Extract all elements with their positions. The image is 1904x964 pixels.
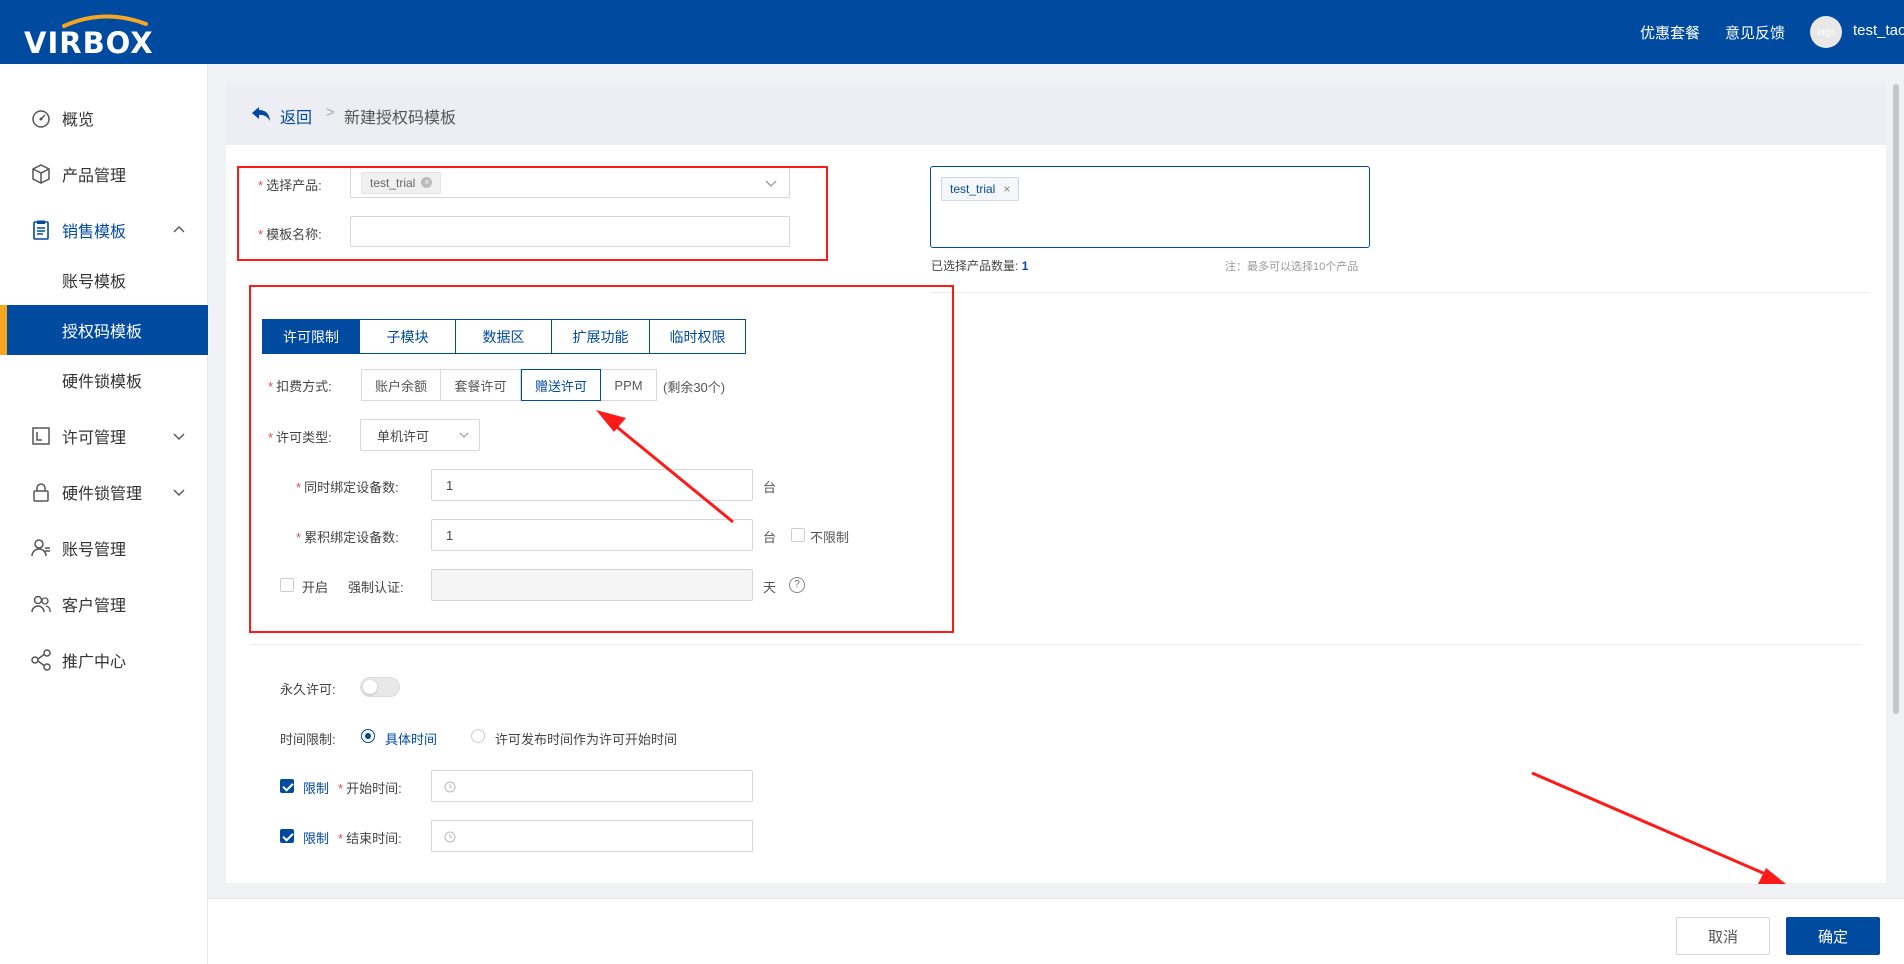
chevron-up-icon: [173, 226, 185, 233]
divider: [930, 292, 1868, 293]
end-time-label: * 结束时间:: [338, 831, 402, 846]
sidebar: 概览 产品管理 销售模板 账号模板 授权码模板 硬件锁模板 许可管理 硬件锁管理…: [0, 64, 208, 964]
limit-start-checkbox[interactable]: [280, 779, 294, 793]
page-scrollbar[interactable]: [1893, 84, 1899, 714]
annotation-box-license: [249, 285, 954, 633]
sidebar-item-label: 账号管理: [62, 542, 127, 559]
specific-time-label: 具体时间: [385, 732, 438, 747]
selected-product-tag: test_trial ×: [941, 177, 1020, 201]
sidebar-item-products[interactable]: 产品管理: [0, 149, 208, 199]
cancel-button[interactable]: 取消: [1676, 917, 1770, 955]
virbox-logo[interactable]: VIRBOX: [24, 10, 180, 60]
sidebar-item-account-management[interactable]: 账号管理: [0, 523, 208, 573]
confirm-button[interactable]: 确定: [1786, 917, 1880, 955]
start-time-label: * 开始时间:: [338, 781, 402, 796]
start-time-input[interactable]: [431, 770, 753, 802]
publish-time-radio[interactable]: [471, 729, 485, 743]
product-limit-note: 注：最多可以选择10个产品: [1225, 261, 1359, 273]
lock-icon: [33, 483, 49, 502]
specific-time-radio[interactable]: [361, 729, 375, 743]
sidebar-item-label: 硬件锁管理: [62, 486, 143, 503]
time-limit-label: 时间限制:: [280, 732, 336, 747]
limit-end-label: 限制: [303, 831, 330, 846]
cube-icon: [32, 164, 50, 184]
permanent-license-toggle[interactable]: [360, 677, 400, 697]
permanent-license-label: 永久许可:: [280, 682, 336, 697]
license-icon: [32, 427, 50, 445]
breadcrumb: 返回 > 新建授权码模板: [226, 83, 1886, 145]
back-arrow-icon[interactable]: [250, 105, 272, 123]
sidebar-item-label: 许可管理: [62, 430, 127, 447]
annotation-box-product: [237, 166, 828, 261]
promo-packages-link[interactable]: 优惠套餐: [1640, 22, 1700, 43]
username[interactable]: test_tao: [1853, 22, 1904, 39]
sidebar-item-customer-management[interactable]: 客户管理: [0, 579, 208, 629]
chevron-down-icon: [173, 433, 185, 440]
sidebar-item-hardware-lock-management[interactable]: 硬件锁管理: [0, 467, 208, 517]
sidebar-item-sales-templates[interactable]: 销售模板: [0, 205, 208, 255]
publish-time-label: 许可发布时间作为许可开始时间: [495, 732, 678, 747]
sidebar-item-label: 客户管理: [62, 598, 127, 615]
sidebar-subitem-auth-code-template[interactable]: 授权码模板: [0, 305, 208, 355]
clock-icon: [444, 831, 456, 843]
sidebar-item-label: 概览: [62, 112, 95, 129]
end-time-input[interactable]: [431, 820, 753, 852]
sidebar-item-promotion-center[interactable]: 推广中心: [0, 635, 208, 685]
logo-text: VIRBOX: [24, 26, 154, 60]
limit-start-label: 限制: [303, 781, 330, 796]
sidebar-item-label: 推广中心: [62, 654, 127, 671]
selected-products-box[interactable]: test_trial ×: [930, 166, 1370, 248]
sidebar-item-license-management[interactable]: 许可管理: [0, 411, 208, 461]
feedback-link[interactable]: 意见反馈: [1725, 22, 1785, 43]
sidebar-subitem-label: 授权码模板: [62, 324, 143, 341]
sidebar-subitem-label: 硬件锁模板: [62, 374, 143, 391]
users-icon: [31, 595, 51, 613]
sidebar-subitem-account-template[interactable]: 账号模板: [0, 255, 208, 305]
breadcrumb-separator: >: [326, 104, 335, 121]
divider: [250, 644, 1860, 645]
close-icon[interactable]: ×: [1003, 182, 1010, 196]
sidebar-item-label: 产品管理: [62, 168, 127, 185]
sidebar-subitem-label: 账号模板: [62, 274, 127, 291]
clipboard-icon: [33, 220, 49, 240]
share-icon: [31, 649, 51, 671]
avatar[interactable]: logo: [1810, 16, 1842, 48]
selected-count-label: 已选择产品数量: 1: [931, 259, 1029, 273]
chevron-down-icon: [173, 489, 185, 496]
sidebar-item-label: 销售模板: [62, 224, 127, 241]
clock-icon: [444, 781, 456, 793]
dashboard-icon: [32, 110, 50, 128]
top-navigation-bar: VIRBOX 优惠套餐 意见反馈 logo test_tao: [0, 0, 1904, 64]
page-title: 新建授权码模板: [344, 110, 457, 127]
sidebar-subitem-hardware-lock-template[interactable]: 硬件锁模板: [0, 355, 208, 405]
back-link[interactable]: 返回: [280, 104, 312, 128]
limit-end-checkbox[interactable]: [280, 829, 294, 843]
form-footer: 取消 确定: [208, 898, 1904, 964]
user-icon: [31, 539, 50, 557]
sidebar-item-overview[interactable]: 概览: [0, 93, 208, 143]
